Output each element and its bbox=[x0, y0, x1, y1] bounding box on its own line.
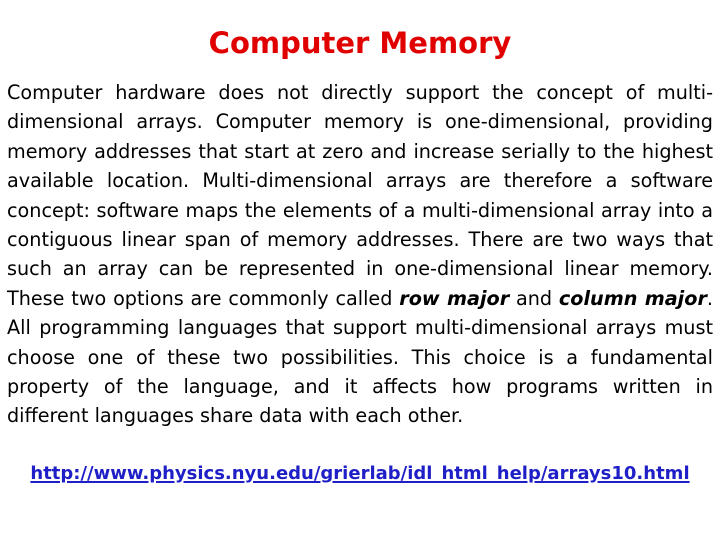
emphasis-column-major: column major bbox=[558, 286, 707, 310]
body-text-segment-1: Computer hardware does not directly supp… bbox=[7, 81, 713, 310]
source-url-link[interactable]: http://www.physics.nyu.edu/grierlab/idl_… bbox=[30, 462, 689, 486]
emphasis-row-major: row major bbox=[399, 286, 510, 310]
body-text-segment-2: and bbox=[509, 286, 559, 310]
body-content-block: Computer hardware does not directly supp… bbox=[7, 78, 713, 431]
body-paragraph: Computer hardware does not directly supp… bbox=[7, 78, 713, 431]
slide-canvas: Computer Memory Computer hardware does n… bbox=[0, 0, 720, 540]
page-title: Computer Memory bbox=[208, 26, 512, 60]
source-link-row: http://www.physics.nyu.edu/grierlab/idl_… bbox=[0, 462, 720, 486]
